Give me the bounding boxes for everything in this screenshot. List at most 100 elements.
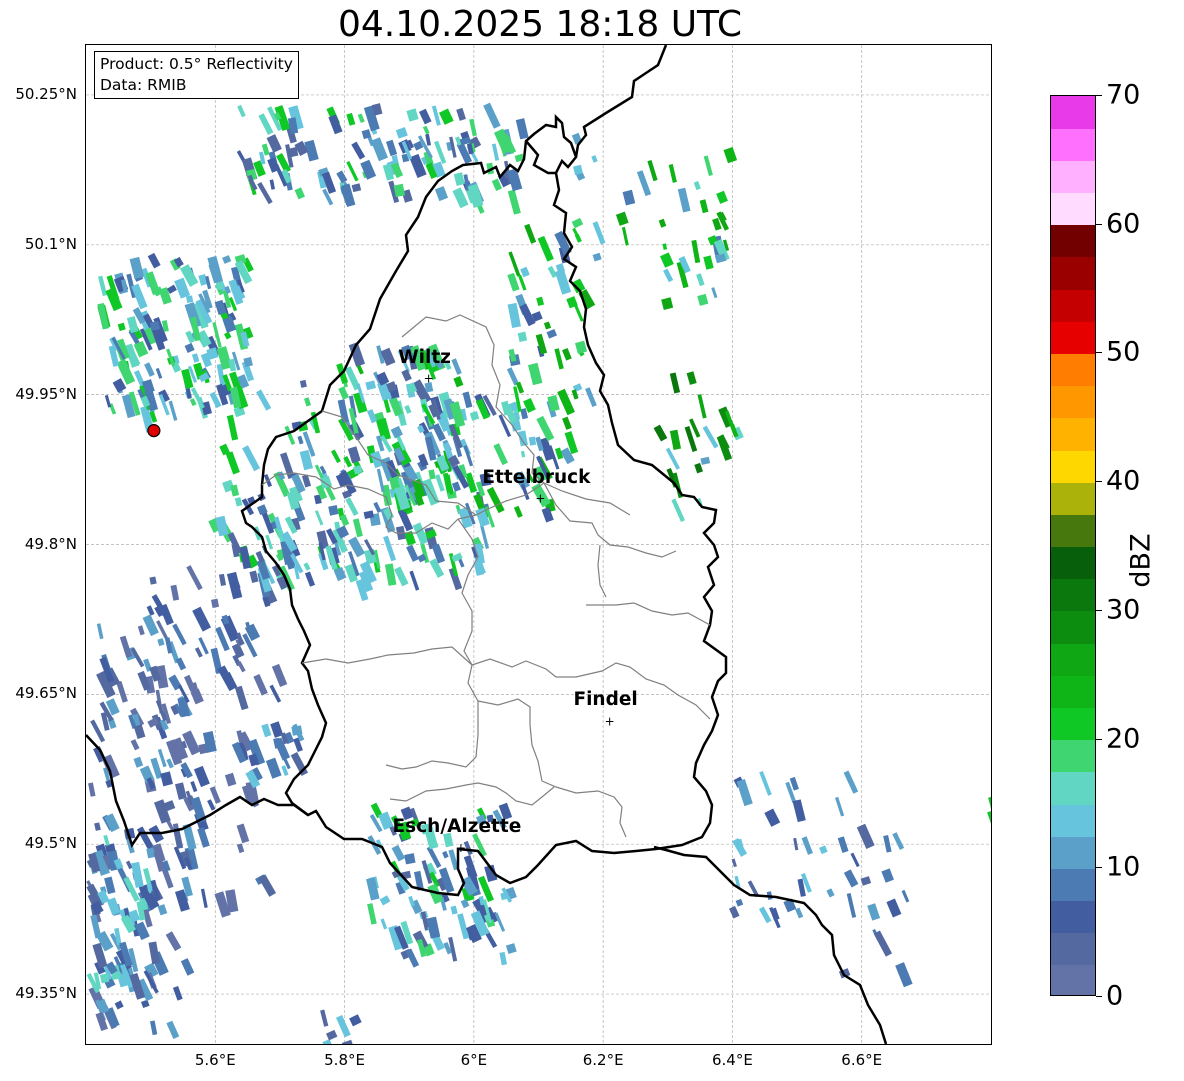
- radar-echo-cell: [326, 1029, 338, 1041]
- city-marker: +: [535, 492, 545, 506]
- colorbar-tick-mark: [1096, 481, 1102, 483]
- radar-echo-cell: [155, 367, 163, 379]
- radar-echo-cell: [180, 958, 195, 976]
- radar-echo-cell: [304, 397, 312, 407]
- radar-echo-cell: [133, 724, 146, 740]
- radar-echo-cell: [104, 394, 112, 408]
- radar-echo-cell: [462, 391, 473, 409]
- radar-echo-cell: [663, 268, 674, 283]
- radar-echo-cell: [528, 436, 537, 446]
- radar-echo-cell: [846, 893, 857, 918]
- radar-echo-cell: [352, 518, 363, 538]
- radar-echo-cell: [801, 836, 813, 855]
- radar-echo-cell: [336, 170, 348, 184]
- radar-echo-cell: [194, 647, 203, 658]
- radar-echo-cell: [438, 108, 454, 125]
- radar-echo-cell: [303, 562, 311, 571]
- radar-echo-cell: [103, 834, 110, 846]
- radar-echo-cell: [520, 450, 526, 458]
- lon-tick-label: 6.4°E: [712, 1051, 753, 1069]
- radar-echo-cell: [186, 295, 194, 303]
- radar-echo-cell: [636, 170, 652, 197]
- radar-echo-cell: [435, 474, 445, 492]
- city-markers: + + + +: [424, 372, 615, 856]
- colorbar-tick-label: 50: [1106, 336, 1141, 368]
- radar-echo-cell: [401, 369, 412, 382]
- colorbar-segment: [1051, 964, 1095, 995]
- radar-echo-cell: [112, 378, 127, 393]
- radar-echo-cell: [386, 139, 398, 157]
- radar-echo-cell: [562, 416, 572, 430]
- city-label-esch-alzette: Esch/Alzette: [392, 816, 522, 838]
- radar-echo-cell: [622, 189, 636, 206]
- radar-echo-cell: [346, 160, 359, 182]
- radar-echo-cell: [390, 425, 403, 439]
- radar-echo-cell: [819, 845, 828, 855]
- radar-echo-cell: [360, 159, 377, 180]
- radar-echo-cell: [172, 986, 183, 1001]
- radar-echo-cell: [434, 140, 447, 164]
- radar-echo-cell: [573, 164, 583, 175]
- radar-echo-cell: [370, 137, 388, 162]
- radar-echo-cell: [426, 916, 441, 939]
- radar-echo-cell: [835, 796, 845, 817]
- radar-echo-cell: [892, 832, 905, 850]
- lon-tick-label: 6°E: [460, 1051, 488, 1069]
- radar-echo-cell: [376, 371, 390, 386]
- colorbar-tick-mark: [1096, 738, 1102, 740]
- radar-site-marker[interactable]: [147, 424, 161, 438]
- colorbar-segment: [1051, 868, 1095, 902]
- city-label-findel: Findel: [573, 689, 638, 711]
- radar-echo-cell: [265, 534, 274, 550]
- radar-echo-cell: [856, 823, 875, 849]
- radar-echo-cell: [562, 347, 572, 361]
- radar-echo-cell: [453, 376, 464, 388]
- colorbar-segment: [1051, 482, 1095, 515]
- radar-echo-cell: [493, 443, 508, 466]
- colorbar-segment: [1051, 739, 1095, 773]
- radar-echo-cell: [507, 189, 521, 215]
- radar-echo-cell: [339, 514, 350, 527]
- radar-echo-cell: [658, 218, 667, 228]
- lat-tick-label: 49.5°N: [24, 834, 77, 853]
- colorbar-tick-mark: [1096, 95, 1102, 96]
- radar-echo-cell: [901, 889, 910, 903]
- colorbar-segment: [1051, 707, 1095, 741]
- radar-echo-cell: [703, 255, 714, 270]
- radar-echo-cell: [236, 843, 245, 854]
- radar-echo-cell: [237, 661, 246, 673]
- radar-echo-cell: [792, 799, 806, 823]
- radar-echo-cell: [405, 948, 420, 968]
- radar-echo-cell: [677, 187, 691, 213]
- map-title: 04.10.2025 18:18 UTC: [337, 4, 743, 45]
- radar-echo-cell: [860, 876, 872, 886]
- radar-echo-cell: [114, 1000, 124, 1010]
- radar-echo-cell: [130, 739, 140, 751]
- radar-echo-cell: [147, 252, 161, 269]
- radar-echo-cell: [157, 904, 168, 916]
- canton-boundaries: [261, 314, 711, 838]
- radar-echo-cell: [883, 835, 892, 853]
- radar-map[interactable]: + + + +: [85, 44, 992, 1045]
- radar-echo-cell: [224, 772, 237, 787]
- colorbar-label: dBZ: [1125, 533, 1157, 588]
- colorbar-segment: [1051, 417, 1095, 451]
- radar-echo-cell: [367, 903, 377, 925]
- radar-echo-cell: [422, 125, 430, 135]
- radar-echo-cell: [671, 498, 685, 522]
- lat-tick-label: 49.35°N: [15, 984, 77, 1003]
- radar-echo-cell: [507, 302, 521, 329]
- radar-echo-cell: [536, 296, 545, 307]
- radar-echo-cell: [425, 133, 432, 146]
- radar-echo-cell: [686, 371, 697, 385]
- radar-echo-cell: [585, 387, 597, 407]
- colorbar-segment: [1051, 643, 1095, 676]
- radar-echo-cell: [320, 1009, 329, 1027]
- radar-echo-cell: [330, 449, 341, 464]
- radar-echo-cell: [669, 372, 681, 394]
- radar-echo-cell: [149, 576, 157, 585]
- radar-echo-cell: [190, 781, 198, 793]
- radar-echo-cell: [987, 811, 991, 837]
- radar-echo-cell: [365, 380, 377, 391]
- lon-tick-label: 6.2°E: [582, 1051, 624, 1069]
